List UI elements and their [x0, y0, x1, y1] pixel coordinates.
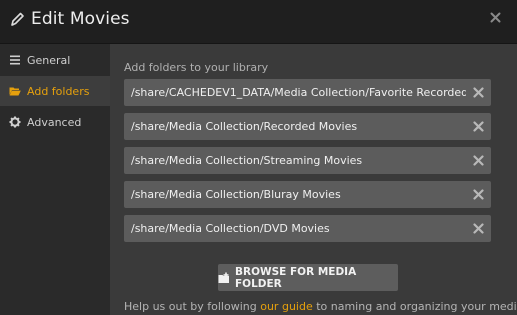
remove-folder-icon[interactable]: [473, 121, 484, 132]
folder-path: /share/CACHEDEV1_DATA/Media Collection/F…: [131, 86, 466, 99]
remove-folder-icon[interactable]: [473, 155, 484, 166]
sidebar-item-label: Add folders: [27, 84, 90, 98]
folder-row: /share/CACHEDEV1_DATA/Media Collection/F…: [124, 79, 491, 106]
sidebar-item-advanced[interactable]: Advanced: [0, 107, 110, 137]
folder-path: /share/Media Collection/Streaming Movies: [131, 154, 363, 167]
help-text: Help us out by following our guide to na…: [124, 300, 517, 313]
guide-link[interactable]: our guide: [260, 300, 312, 313]
browse-media-folder-button[interactable]: BROWSE FOR MEDIA FOLDER: [218, 264, 398, 291]
section-label: Add folders to your library: [124, 61, 269, 74]
folder-path: /share/Media Collection/Bluray Movies: [131, 188, 341, 201]
folder-row: /share/Media Collection/Bluray Movies: [124, 181, 491, 208]
folder-path: /share/Media Collection/DVD Movies: [131, 222, 330, 235]
close-icon[interactable]: [490, 12, 501, 23]
sidebar: General Add folders Advanced: [0, 44, 110, 315]
help-text-prefix: Help us out by following: [124, 300, 261, 313]
folder-plus-icon: [218, 272, 230, 284]
help-text-suffix: to naming and organizing your media.: [312, 300, 517, 313]
folder-open-icon: [9, 85, 21, 97]
remove-folder-icon[interactable]: [473, 189, 484, 200]
folder-row: /share/Media Collection/Streaming Movies: [124, 147, 491, 174]
folder-row: /share/Media Collection/DVD Movies: [124, 215, 491, 242]
folder-row: /share/Media Collection/Recorded Movies: [124, 113, 491, 140]
browse-button-label: BROWSE FOR MEDIA FOLDER: [235, 265, 357, 290]
dialog-title: Edit Movies: [31, 9, 130, 29]
sidebar-item-add-folders[interactable]: Add folders: [0, 76, 110, 106]
list-icon: [9, 54, 21, 66]
sidebar-item-general[interactable]: General: [0, 45, 110, 75]
pencil-icon: [9, 11, 25, 29]
dialog-header: Edit Movies: [0, 0, 517, 44]
remove-folder-icon[interactable]: [473, 87, 484, 98]
remove-folder-icon[interactable]: [473, 223, 484, 234]
sidebar-item-label: Advanced: [27, 115, 82, 129]
folder-path: /share/Media Collection/Recorded Movies: [131, 120, 358, 133]
main-panel: Add folders to your library /share/CACHE…: [110, 44, 517, 315]
gear-icon: [9, 116, 21, 128]
sidebar-item-label: General: [27, 53, 71, 67]
